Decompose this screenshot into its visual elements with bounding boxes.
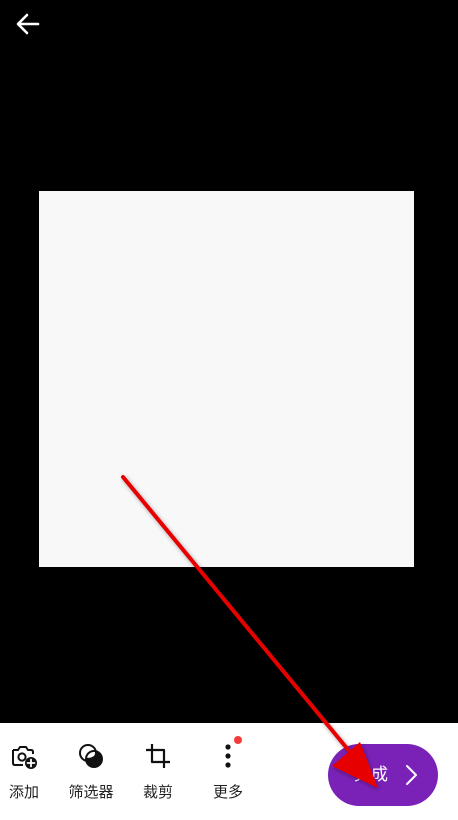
add-button[interactable]: 添加 [0, 741, 54, 805]
filter-button[interactable]: 筛选器 [61, 741, 121, 805]
camera-plus-icon [9, 741, 39, 771]
filter-label: 筛选器 [68, 783, 114, 801]
document-preview[interactable] [39, 191, 414, 567]
scan-editor-screen: 添加 筛选器 裁剪 更多 完成 [0, 0, 458, 820]
filter-circles-icon [76, 741, 106, 771]
chevron-right-icon [406, 765, 417, 785]
arrow-left-icon [16, 13, 40, 35]
more-label: 更多 [212, 783, 243, 801]
crop-label: 裁剪 [142, 783, 173, 801]
done-label: 完成 [354, 765, 388, 785]
done-button[interactable]: 完成 [328, 744, 438, 806]
notification-dot [234, 736, 242, 744]
bottom-toolbar: 添加 筛选器 裁剪 更多 完成 [0, 723, 458, 820]
add-label: 添加 [8, 783, 39, 801]
more-vertical-icon [213, 736, 243, 771]
more-button[interactable]: 更多 [198, 736, 258, 805]
crop-icon [143, 741, 173, 771]
crop-button[interactable]: 裁剪 [128, 741, 188, 805]
back-button[interactable] [12, 8, 44, 40]
